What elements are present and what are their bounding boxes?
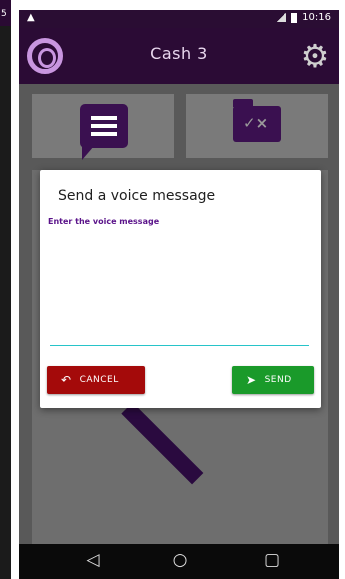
status-bar: ▲ 10:16 (19, 10, 339, 28)
voice-message-input[interactable] (50, 234, 309, 346)
signal-icon (276, 13, 287, 22)
dialog-title: Send a voice message (58, 188, 216, 204)
app-bar: Cash 3 ⚙ (19, 28, 339, 84)
back-triangle-icon[interactable]: ◁ (81, 550, 105, 570)
message-line (91, 132, 117, 136)
status-time: 10:16 (302, 12, 331, 23)
gear-icon[interactable]: ⚙ (298, 39, 332, 73)
voice-message-dialog: Send a voice message Enter the voice mes… (40, 170, 321, 408)
send-arrow-icon: ➤ (246, 373, 257, 387)
messages-tile[interactable] (32, 94, 174, 160)
message-line (91, 116, 117, 120)
recent-square-icon[interactable]: ▢ (260, 550, 284, 570)
navigation-bar: ◁ ○ ▢ (19, 544, 339, 579)
home-circle-icon[interactable]: ○ (168, 550, 192, 570)
input-hint-label: Enter the voice message (48, 217, 160, 226)
status-right: 10:16 (276, 12, 331, 23)
diagonal-bar-icon (121, 402, 204, 485)
adjacent-statusbar: 5 (0, 0, 11, 26)
cancel-button-label: CANCEL (79, 375, 119, 385)
undo-arrow-icon: ↶ (61, 373, 72, 387)
adjacent-screen-right (338, 0, 345, 579)
folder-tile[interactable]: ✓× (186, 94, 328, 158)
battery-icon (291, 12, 298, 23)
adjacent-screen-left: 5 (0, 0, 11, 579)
chat-message-icon (80, 104, 128, 160)
phone-screen: ▲ 10:16 Cash 3 ⚙ ✓× ◁ ○ ▢ Send a voice m… (19, 10, 339, 579)
warning-icon: ▲ (27, 12, 35, 23)
check-x-mark: ✓× (243, 114, 269, 132)
cancel-button[interactable]: ↶ CANCEL (47, 366, 145, 394)
send-button[interactable]: ➤ SEND (232, 366, 314, 394)
app-title: Cash 3 (150, 44, 208, 63)
send-button-label: SEND (264, 375, 292, 385)
folder-check-icon: ✓× (233, 99, 281, 142)
adjacent-time-digit: 5 (1, 9, 7, 19)
message-line (91, 124, 117, 128)
